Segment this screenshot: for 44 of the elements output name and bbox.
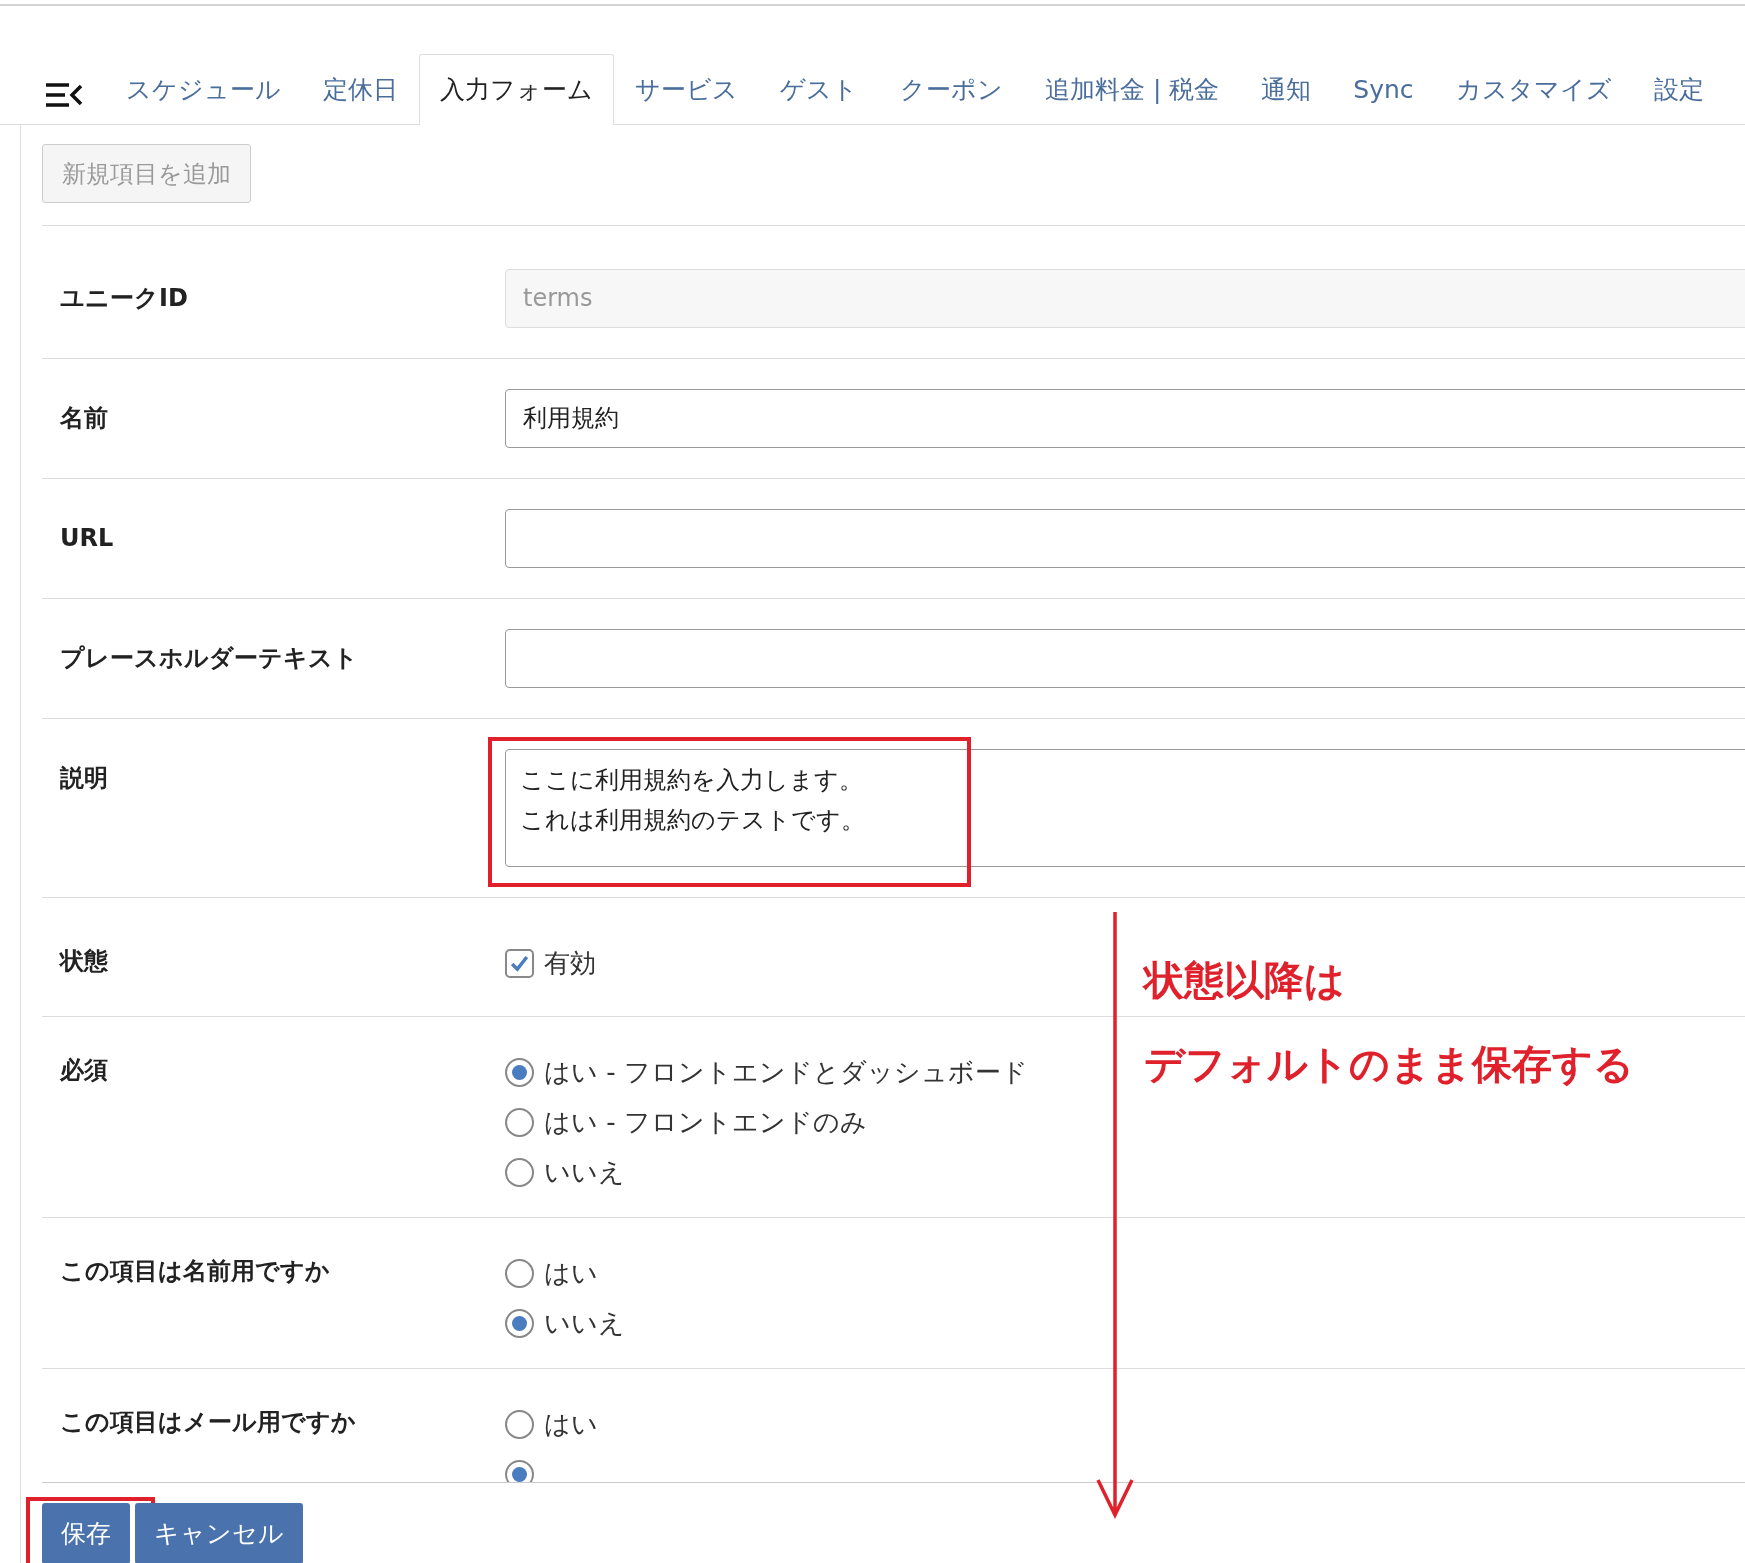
radio-button[interactable]: [505, 1057, 534, 1087]
text-field[interactable]: [505, 509, 1745, 568]
tab[interactable]: ゲスト: [759, 54, 879, 124]
textarea-field[interactable]: ここに利用規約を入力します。 これは利用規約のテストです。: [505, 749, 1745, 867]
radio-button[interactable]: [505, 1308, 534, 1338]
field-label: 説明: [59, 763, 109, 794]
form-button[interactable]: キャンセル: [135, 1503, 303, 1563]
tab[interactable]: 入力フォーム: [419, 54, 614, 125]
radio-button[interactable]: [505, 1409, 534, 1439]
radio-button[interactable]: [505, 1107, 534, 1137]
radio-label: はい - フロントエンドとダッシュボード: [544, 1055, 1028, 1089]
tab[interactable]: 設定: [1632, 54, 1725, 124]
field-label: URL: [59, 523, 115, 554]
tab[interactable]: スケジュール: [105, 54, 302, 124]
radio-button[interactable]: [505, 1157, 534, 1187]
text-field[interactable]: 利用規約: [505, 389, 1745, 448]
checkbox[interactable]: [505, 948, 534, 978]
menu-icon[interactable]: [45, 82, 83, 108]
radio-label: いいえ: [544, 1155, 625, 1189]
tab[interactable]: クーポン: [879, 54, 1024, 124]
tab[interactable]: 追加料金 | 税金: [1024, 54, 1241, 124]
tab[interactable]: 通知: [1240, 54, 1333, 124]
annotation-text: 状態以降は: [1144, 956, 1346, 1005]
tab[interactable]: カスタマイズ: [1434, 54, 1633, 124]
radio-label: いいえ: [544, 1306, 625, 1340]
field-label: ユニークID: [59, 283, 189, 314]
tab[interactable]: 定休日: [302, 54, 419, 124]
field-label: この項目は名前用ですか: [59, 1256, 331, 1287]
checkbox-label: 有効: [544, 946, 596, 980]
annotation-text: デフォルトのまま保存する: [1144, 1040, 1634, 1089]
field-label: プレースホルダーテキスト: [59, 643, 359, 674]
radio-button[interactable]: [505, 1459, 534, 1482]
tab[interactable]: Sync: [1332, 54, 1435, 124]
radio-button[interactable]: [505, 1258, 534, 1288]
field-label: 名前: [59, 403, 109, 434]
field-label: この項目はメール用ですか: [59, 1407, 357, 1438]
form-button[interactable]: 保存: [42, 1503, 130, 1563]
field-label: 状態: [58, 946, 109, 977]
field-label: 必須: [59, 1055, 109, 1086]
radio-label: はい - フロントエンドのみ: [544, 1105, 867, 1139]
radio-label: はい: [544, 1407, 598, 1441]
text-field[interactable]: [505, 629, 1745, 688]
radio-label: はい: [544, 1256, 598, 1290]
tab[interactable]: サービス: [614, 54, 759, 124]
